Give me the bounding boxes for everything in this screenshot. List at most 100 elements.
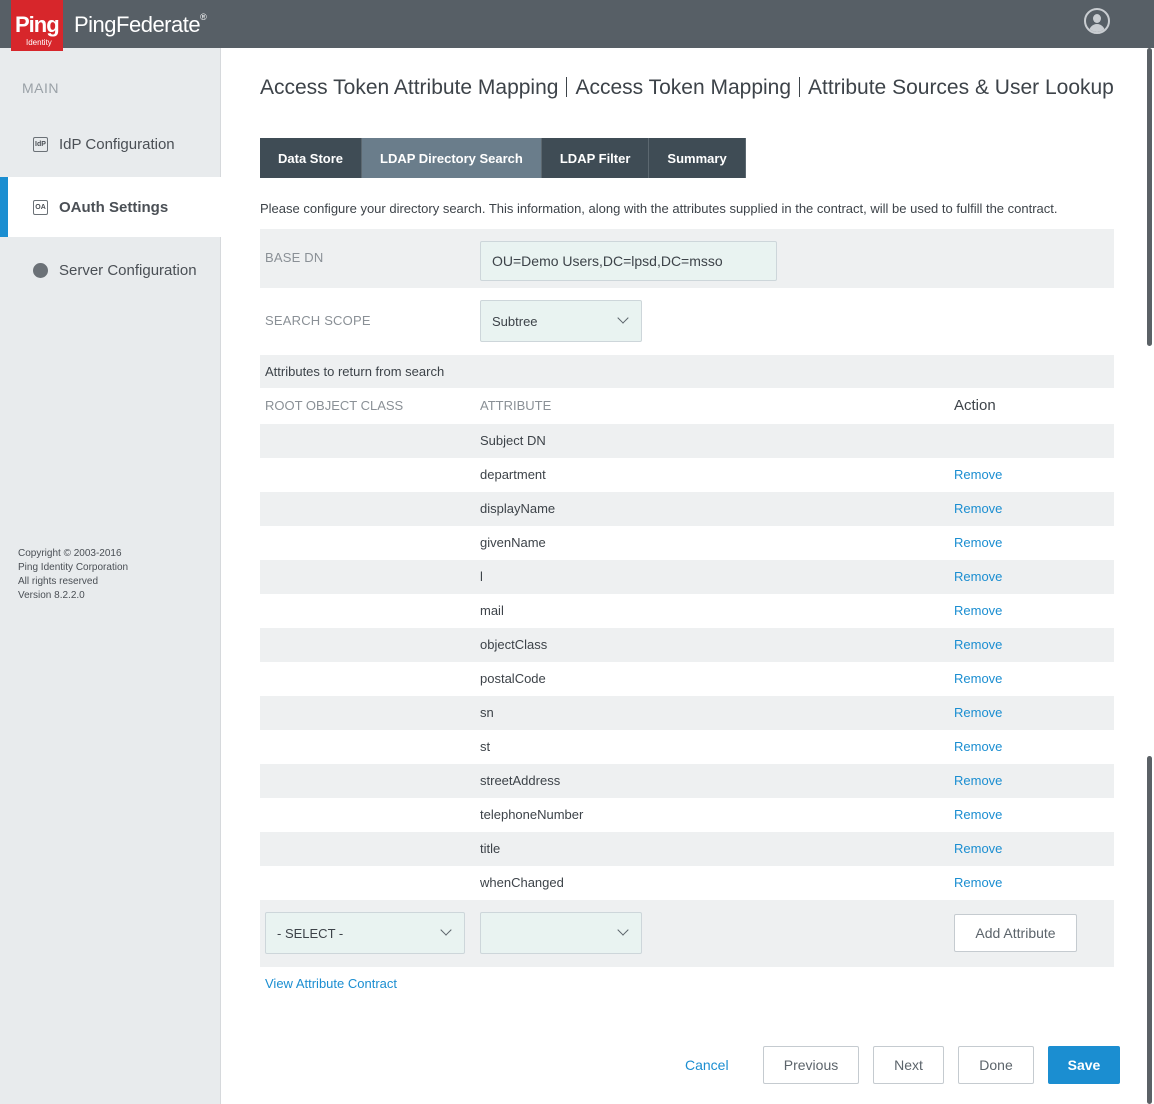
table-row: department Remove bbox=[260, 458, 1114, 492]
attribute-name: streetAddress bbox=[480, 773, 561, 788]
base-dn-input[interactable]: OU=Demo Users,DC=lpsd,DC=msso bbox=[480, 241, 777, 281]
breadcrumb-part: Access Token Attribute Mapping bbox=[260, 76, 559, 99]
attribute-name: l bbox=[480, 569, 483, 584]
oauth-icon: OA bbox=[33, 199, 48, 215]
attribute-name: department bbox=[480, 467, 546, 482]
root-object-class-value: - SELECT - bbox=[277, 925, 344, 941]
sidebar-scrollbar[interactable] bbox=[1147, 48, 1152, 346]
copyright-line: Ping Identity Corporation bbox=[18, 562, 129, 573]
sidebar-section-label: MAIN bbox=[22, 80, 59, 96]
attribute-name: displayName bbox=[480, 501, 556, 516]
registered-mark: ® bbox=[200, 12, 207, 22]
logo-text: Ping bbox=[15, 12, 60, 37]
attribute-name: st bbox=[480, 739, 491, 754]
tab-summary[interactable]: Summary bbox=[649, 138, 746, 178]
page-description: Please configure your directory search. … bbox=[260, 201, 1058, 216]
breadcrumb-separator bbox=[566, 77, 568, 97]
copyright: Copyright © 2003-2016 Ping Identity Corp… bbox=[18, 547, 128, 603]
chevron-down-icon bbox=[617, 312, 629, 324]
breadcrumb-separator bbox=[799, 77, 801, 97]
search-scope-row: SEARCH SCOPE Subtree bbox=[260, 292, 1114, 352]
remove-link[interactable]: Remove bbox=[954, 841, 1002, 856]
product-name: PingFederate® bbox=[74, 12, 207, 38]
root-object-class-select[interactable]: - SELECT - bbox=[265, 912, 465, 954]
column-header-attribute: ATTRIBUTE bbox=[480, 398, 552, 413]
table-row: st Remove bbox=[260, 730, 1114, 764]
attribute-name: Subject DN bbox=[480, 433, 546, 448]
view-attribute-contract-link[interactable]: View Attribute Contract bbox=[265, 976, 397, 991]
server-icon bbox=[33, 262, 48, 278]
table-row: postalCode Remove bbox=[260, 662, 1114, 696]
copyright-line: All rights reserved bbox=[18, 576, 99, 587]
remove-link[interactable]: Remove bbox=[954, 807, 1002, 822]
attributes-section-header: Attributes to return from search bbox=[260, 355, 1114, 388]
product-name-text: PingFederate bbox=[74, 12, 201, 37]
remove-link[interactable]: Remove bbox=[954, 671, 1002, 686]
remove-link[interactable]: Remove bbox=[954, 875, 1002, 890]
top-bar: Ping Identity PingFederate® bbox=[0, 0, 1154, 51]
ping-logo: Ping Identity bbox=[11, 0, 63, 51]
table-row: displayName Remove bbox=[260, 492, 1114, 526]
sidebar-item-idp-configuration[interactable]: IdP IdP Configuration bbox=[0, 114, 221, 174]
add-attribute-button[interactable]: Add Attribute bbox=[954, 914, 1077, 952]
copyright-line: Copyright © 2003-2016 bbox=[18, 548, 122, 559]
logo-subtext: Identity bbox=[26, 38, 52, 47]
tab-ldap-filter[interactable]: LDAP Filter bbox=[541, 138, 650, 178]
table-row: objectClass Remove bbox=[260, 628, 1114, 662]
tab-ldap-directory-search[interactable]: LDAP Directory Search bbox=[362, 138, 542, 178]
table-row: sn Remove bbox=[260, 696, 1114, 730]
idp-icon: IdP bbox=[33, 136, 48, 152]
cancel-button[interactable]: Cancel bbox=[685, 1057, 729, 1073]
attribute-name: whenChanged bbox=[480, 875, 564, 890]
remove-link[interactable]: Remove bbox=[954, 705, 1002, 720]
done-button[interactable]: Done bbox=[958, 1046, 1034, 1084]
sidebar: MAIN IdP IdP Configuration OA OAuth Sett… bbox=[0, 48, 231, 1104]
table-row: l Remove bbox=[260, 560, 1114, 594]
user-avatar-icon[interactable] bbox=[1084, 8, 1110, 34]
sidebar-item-label: IdP Configuration bbox=[59, 135, 175, 153]
attribute-name: mail bbox=[480, 603, 504, 618]
search-scope-value: Subtree bbox=[492, 313, 538, 329]
table-row: title Remove bbox=[260, 832, 1114, 866]
sidebar-item-server-configuration[interactable]: Server Configuration bbox=[0, 240, 221, 300]
search-scope-select[interactable]: Subtree bbox=[480, 300, 642, 342]
save-button[interactable]: Save bbox=[1048, 1046, 1120, 1084]
chevron-down-icon bbox=[617, 924, 629, 936]
attribute-name: objectClass bbox=[480, 637, 548, 652]
breadcrumb-part: Access Token Mapping bbox=[575, 76, 792, 99]
column-header-root-object-class: ROOT OBJECT CLASS bbox=[265, 398, 404, 413]
main-scrollbar[interactable] bbox=[1147, 756, 1152, 1104]
table-row: whenChanged Remove bbox=[260, 866, 1114, 900]
attribute-select[interactable] bbox=[480, 912, 642, 954]
sidebar-item-label: Server Configuration bbox=[59, 261, 197, 279]
previous-button[interactable]: Previous bbox=[763, 1046, 859, 1084]
attribute-name: telephoneNumber bbox=[480, 807, 584, 822]
sidebar-item-label: OAuth Settings bbox=[59, 198, 169, 216]
table-row: givenName Remove bbox=[260, 526, 1114, 560]
base-dn-row: BASE DN OU=Demo Users,DC=lpsd,DC=msso bbox=[260, 229, 1114, 288]
table-row: telephoneNumber Remove bbox=[260, 798, 1114, 832]
attribute-name: title bbox=[480, 841, 501, 856]
remove-link[interactable]: Remove bbox=[954, 501, 1002, 516]
remove-link[interactable]: Remove bbox=[954, 535, 1002, 550]
remove-link[interactable]: Remove bbox=[954, 569, 1002, 584]
remove-link[interactable]: Remove bbox=[954, 773, 1002, 788]
attributes-table-header: ROOT OBJECT CLASS ATTRIBUTE Action bbox=[260, 390, 1114, 424]
base-dn-label: BASE DN bbox=[265, 250, 324, 265]
sidebar-item-oauth-settings[interactable]: OA OAuth Settings bbox=[0, 177, 231, 237]
remove-link[interactable]: Remove bbox=[954, 637, 1002, 652]
remove-link[interactable]: Remove bbox=[954, 603, 1002, 618]
wizard-tabs: Data Store LDAP Directory Search LDAP Fi… bbox=[260, 138, 746, 178]
attributes-section-title: Attributes to return from search bbox=[265, 364, 445, 379]
remove-link[interactable]: Remove bbox=[954, 739, 1002, 754]
tab-data-store[interactable]: Data Store bbox=[260, 138, 363, 178]
attribute-name: sn bbox=[480, 705, 494, 720]
table-row: mail Remove bbox=[260, 594, 1114, 628]
remove-link[interactable]: Remove bbox=[954, 467, 1002, 482]
search-scope-label: SEARCH SCOPE bbox=[265, 313, 371, 328]
breadcrumb-part: Attribute Sources & User Lookup bbox=[808, 76, 1114, 99]
next-button[interactable]: Next bbox=[873, 1046, 944, 1084]
attribute-name: postalCode bbox=[480, 671, 546, 686]
page-title: Access Token Attribute Mapping Access Tok… bbox=[260, 76, 1120, 100]
chevron-down-icon bbox=[440, 924, 452, 936]
